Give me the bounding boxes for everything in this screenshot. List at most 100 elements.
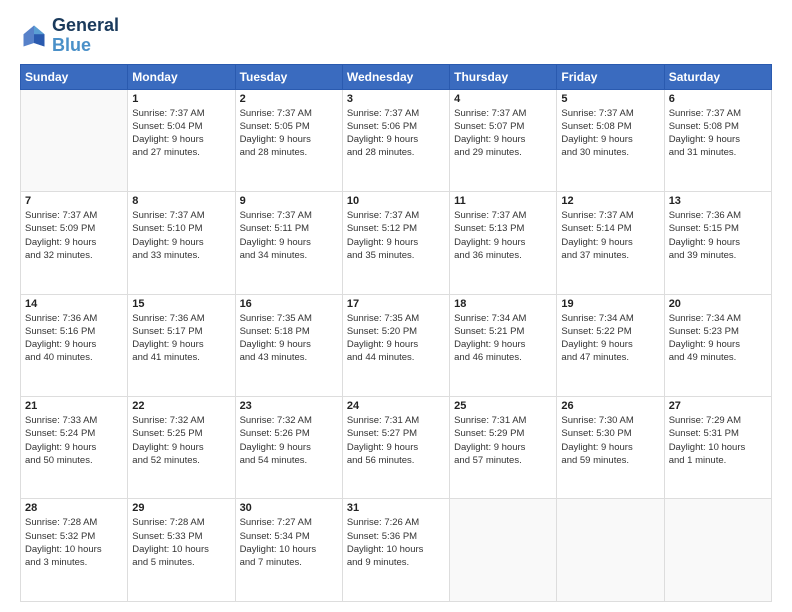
calendar-table: SundayMondayTuesdayWednesdayThursdayFrid… bbox=[20, 64, 772, 602]
calendar-cell: 2 Sunrise: 7:37 AM Sunset: 5:05 PM Daylig… bbox=[235, 89, 342, 191]
day-info: Sunrise: 7:31 AM Sunset: 5:27 PM Dayligh… bbox=[347, 414, 445, 467]
day-number: 11 bbox=[454, 195, 552, 207]
calendar-cell: 4Sunrise: 7:37 AM Sunset: 5:07 PM Daylig… bbox=[450, 89, 557, 191]
calendar-cell: 11 Sunrise: 7:37 AM Sunset: 5:13 PM Dayli… bbox=[450, 192, 557, 294]
day-info: Sunrise: 7:37 AM Sunset: 5:12 PM Dayligh… bbox=[347, 209, 445, 262]
day-info: Sunrise: 7:27 AM Sunset: 5:34 PM Dayligh… bbox=[240, 516, 338, 569]
day-number: 26 bbox=[561, 400, 659, 412]
calendar-cell: 24 Sunrise: 7:31 AM Sunset: 5:27 PM Dayli… bbox=[342, 397, 449, 499]
calendar-cell: 19Sunrise: 7:34 AM Sunset: 5:22 PM Dayli… bbox=[557, 294, 664, 396]
day-number: 7 bbox=[25, 195, 123, 207]
calendar-cell bbox=[21, 89, 128, 191]
calendar-cell: 30 Sunrise: 7:27 AM Sunset: 5:34 PM Dayli… bbox=[235, 499, 342, 602]
logo-text-blue: Blue bbox=[52, 36, 119, 56]
day-number: 5 bbox=[561, 93, 659, 105]
calendar-cell: 10Sunrise: 7:37 AM Sunset: 5:12 PM Dayli… bbox=[342, 192, 449, 294]
calendar-week-row: 21 Sunrise: 7:33 AM Sunset: 5:24 PM Dayli… bbox=[21, 397, 772, 499]
calendar-cell bbox=[664, 499, 771, 602]
calendar-cell: 1Sunrise: 7:37 AM Sunset: 5:04 PM Daylig… bbox=[128, 89, 235, 191]
calendar-week-row: 14 Sunrise: 7:36 AM Sunset: 5:16 PM Dayli… bbox=[21, 294, 772, 396]
calendar-cell: 17 Sunrise: 7:35 AM Sunset: 5:20 PM Dayli… bbox=[342, 294, 449, 396]
page: General Blue SundayMondayTuesdayWednesda… bbox=[0, 0, 792, 612]
day-info: Sunrise: 7:37 AM Sunset: 5:14 PM Dayligh… bbox=[561, 209, 659, 262]
day-number: 29 bbox=[132, 502, 230, 514]
day-number: 8 bbox=[132, 195, 230, 207]
day-number: 4 bbox=[454, 93, 552, 105]
day-info: Sunrise: 7:32 AM Sunset: 5:26 PM Dayligh… bbox=[240, 414, 338, 467]
day-info: Sunrise: 7:37 AM Sunset: 5:05 PM Dayligh… bbox=[240, 107, 338, 160]
calendar-day-header: Friday bbox=[557, 64, 664, 89]
calendar-cell: 31Sunrise: 7:26 AM Sunset: 5:36 PM Dayli… bbox=[342, 499, 449, 602]
calendar-cell: 29 Sunrise: 7:28 AM Sunset: 5:33 PM Dayli… bbox=[128, 499, 235, 602]
day-number: 30 bbox=[240, 502, 338, 514]
calendar-cell: 16 Sunrise: 7:35 AM Sunset: 5:18 PM Dayli… bbox=[235, 294, 342, 396]
day-number: 25 bbox=[454, 400, 552, 412]
calendar-day-header: Monday bbox=[128, 64, 235, 89]
day-number: 9 bbox=[240, 195, 338, 207]
day-number: 14 bbox=[25, 298, 123, 310]
day-number: 16 bbox=[240, 298, 338, 310]
calendar-cell: 6 Sunrise: 7:37 AM Sunset: 5:08 PM Daylig… bbox=[664, 89, 771, 191]
logo-icon bbox=[20, 22, 48, 50]
calendar-cell: 23 Sunrise: 7:32 AM Sunset: 5:26 PM Dayli… bbox=[235, 397, 342, 499]
day-info: Sunrise: 7:37 AM Sunset: 5:11 PM Dayligh… bbox=[240, 209, 338, 262]
day-number: 24 bbox=[347, 400, 445, 412]
calendar-cell: 21 Sunrise: 7:33 AM Sunset: 5:24 PM Dayli… bbox=[21, 397, 128, 499]
day-info: Sunrise: 7:26 AM Sunset: 5:36 PM Dayligh… bbox=[347, 516, 445, 569]
day-info: Sunrise: 7:33 AM Sunset: 5:24 PM Dayligh… bbox=[25, 414, 123, 467]
day-info: Sunrise: 7:37 AM Sunset: 5:10 PM Dayligh… bbox=[132, 209, 230, 262]
day-info: Sunrise: 7:37 AM Sunset: 5:06 PM Dayligh… bbox=[347, 107, 445, 160]
calendar-cell: 9 Sunrise: 7:37 AM Sunset: 5:11 PM Daylig… bbox=[235, 192, 342, 294]
day-info: Sunrise: 7:35 AM Sunset: 5:18 PM Dayligh… bbox=[240, 312, 338, 365]
calendar-cell: 12Sunrise: 7:37 AM Sunset: 5:14 PM Dayli… bbox=[557, 192, 664, 294]
day-info: Sunrise: 7:30 AM Sunset: 5:30 PM Dayligh… bbox=[561, 414, 659, 467]
header: General Blue bbox=[20, 16, 772, 56]
calendar-week-row: 1Sunrise: 7:37 AM Sunset: 5:04 PM Daylig… bbox=[21, 89, 772, 191]
day-info: Sunrise: 7:36 AM Sunset: 5:16 PM Dayligh… bbox=[25, 312, 123, 365]
calendar-header-row: SundayMondayTuesdayWednesdayThursdayFrid… bbox=[21, 64, 772, 89]
day-number: 13 bbox=[669, 195, 767, 207]
day-number: 6 bbox=[669, 93, 767, 105]
day-number: 17 bbox=[347, 298, 445, 310]
calendar-cell: 13 Sunrise: 7:36 AM Sunset: 5:15 PM Dayli… bbox=[664, 192, 771, 294]
day-number: 21 bbox=[25, 400, 123, 412]
day-number: 23 bbox=[240, 400, 338, 412]
day-info: Sunrise: 7:32 AM Sunset: 5:25 PM Dayligh… bbox=[132, 414, 230, 467]
day-info: Sunrise: 7:37 AM Sunset: 5:13 PM Dayligh… bbox=[454, 209, 552, 262]
day-info: Sunrise: 7:31 AM Sunset: 5:29 PM Dayligh… bbox=[454, 414, 552, 467]
day-number: 22 bbox=[132, 400, 230, 412]
calendar-cell: 5 Sunrise: 7:37 AM Sunset: 5:08 PM Daylig… bbox=[557, 89, 664, 191]
calendar-cell: 22 Sunrise: 7:32 AM Sunset: 5:25 PM Dayli… bbox=[128, 397, 235, 499]
day-info: Sunrise: 7:28 AM Sunset: 5:32 PM Dayligh… bbox=[25, 516, 123, 569]
calendar-cell: 14 Sunrise: 7:36 AM Sunset: 5:16 PM Dayli… bbox=[21, 294, 128, 396]
logo-text-general: General bbox=[52, 16, 119, 36]
calendar-cell: 27Sunrise: 7:29 AM Sunset: 5:31 PM Dayli… bbox=[664, 397, 771, 499]
day-info: Sunrise: 7:34 AM Sunset: 5:21 PM Dayligh… bbox=[454, 312, 552, 365]
calendar-cell: 28 Sunrise: 7:28 AM Sunset: 5:32 PM Dayli… bbox=[21, 499, 128, 602]
day-info: Sunrise: 7:35 AM Sunset: 5:20 PM Dayligh… bbox=[347, 312, 445, 365]
calendar-day-header: Thursday bbox=[450, 64, 557, 89]
day-number: 20 bbox=[669, 298, 767, 310]
calendar-cell: 15Sunrise: 7:36 AM Sunset: 5:17 PM Dayli… bbox=[128, 294, 235, 396]
day-number: 15 bbox=[132, 298, 230, 310]
calendar-day-header: Wednesday bbox=[342, 64, 449, 89]
day-number: 28 bbox=[25, 502, 123, 514]
day-info: Sunrise: 7:37 AM Sunset: 5:09 PM Dayligh… bbox=[25, 209, 123, 262]
calendar-day-header: Sunday bbox=[21, 64, 128, 89]
day-number: 18 bbox=[454, 298, 552, 310]
day-info: Sunrise: 7:28 AM Sunset: 5:33 PM Dayligh… bbox=[132, 516, 230, 569]
calendar-cell: 8 Sunrise: 7:37 AM Sunset: 5:10 PM Daylig… bbox=[128, 192, 235, 294]
calendar-cell: 18 Sunrise: 7:34 AM Sunset: 5:21 PM Dayli… bbox=[450, 294, 557, 396]
day-info: Sunrise: 7:34 AM Sunset: 5:23 PM Dayligh… bbox=[669, 312, 767, 365]
calendar-cell bbox=[450, 499, 557, 602]
day-number: 2 bbox=[240, 93, 338, 105]
day-info: Sunrise: 7:37 AM Sunset: 5:08 PM Dayligh… bbox=[561, 107, 659, 160]
day-number: 19 bbox=[561, 298, 659, 310]
logo: General Blue bbox=[20, 16, 119, 56]
day-info: Sunrise: 7:29 AM Sunset: 5:31 PM Dayligh… bbox=[669, 414, 767, 467]
day-number: 3 bbox=[347, 93, 445, 105]
day-info: Sunrise: 7:37 AM Sunset: 5:08 PM Dayligh… bbox=[669, 107, 767, 160]
calendar-cell: 3 Sunrise: 7:37 AM Sunset: 5:06 PM Daylig… bbox=[342, 89, 449, 191]
calendar-cell: 25 Sunrise: 7:31 AM Sunset: 5:29 PM Dayli… bbox=[450, 397, 557, 499]
day-info: Sunrise: 7:36 AM Sunset: 5:15 PM Dayligh… bbox=[669, 209, 767, 262]
